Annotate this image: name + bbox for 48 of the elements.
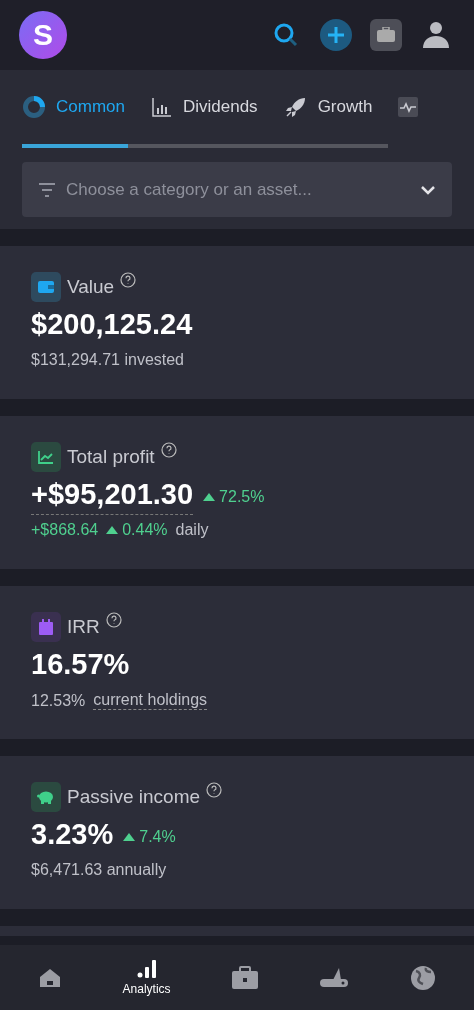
briefcase-icon [377, 27, 395, 43]
info-link[interactable]: current holdings [93, 691, 208, 710]
metric-value: 3.23% [31, 818, 114, 852]
tab[interactable]: Dividends [150, 96, 258, 118]
up-triangle-icon [203, 492, 216, 501]
help-icon[interactable] [160, 442, 177, 458]
pulse-icon [398, 97, 419, 117]
search-icon [273, 22, 299, 48]
nav-item[interactable]: Analytics [122, 959, 171, 996]
profile-button[interactable] [420, 19, 452, 51]
metric-value: $200,125.24 [31, 308, 193, 342]
metric-detail: 12.53% [31, 691, 86, 710]
bar-chart-icon [150, 96, 173, 118]
portfolio-button[interactable] [370, 19, 402, 51]
metric-value: +$95,201.30 [31, 478, 194, 515]
help-icon[interactable] [206, 782, 223, 798]
app-logo[interactable]: S [19, 11, 67, 59]
metric-title: IRR [67, 616, 100, 638]
filter-icon [38, 181, 56, 198]
metric-value: 16.57% [31, 648, 130, 682]
tab[interactable]: Common [22, 95, 125, 119]
globe-icon [409, 964, 436, 991]
change-text: 72.5% [219, 487, 265, 506]
rocket-icon [283, 95, 308, 119]
up-triangle-icon [123, 832, 136, 841]
metric-detail: $6,471.63 annually [31, 861, 167, 879]
metric-title: Passive income [67, 786, 201, 808]
person-icon [421, 21, 451, 49]
nav-item[interactable] [409, 964, 436, 991]
metric-title: Total profit [67, 446, 155, 468]
metric-detail: daily [175, 521, 209, 539]
plus-icon [326, 25, 346, 45]
briefcase-icon [231, 965, 259, 990]
add-button[interactable] [320, 19, 352, 51]
metric-detail: +$868.64 [31, 521, 99, 539]
up-triangle-icon [106, 526, 119, 534]
tab[interactable] [398, 97, 419, 117]
metric-detail: $131,294.71 invested [31, 351, 184, 369]
help-icon[interactable] [120, 272, 137, 288]
bar-chart-icon [135, 959, 158, 979]
nav-item[interactable] [231, 965, 259, 990]
tab[interactable]: Growth [283, 95, 373, 119]
donut-chart-icon [22, 95, 46, 119]
metric-title: Value [67, 276, 115, 298]
change-text: 0.44% [122, 521, 168, 539]
chevron-down-icon [420, 184, 436, 195]
change-text: 7.4% [139, 827, 176, 846]
help-icon[interactable] [105, 612, 122, 628]
